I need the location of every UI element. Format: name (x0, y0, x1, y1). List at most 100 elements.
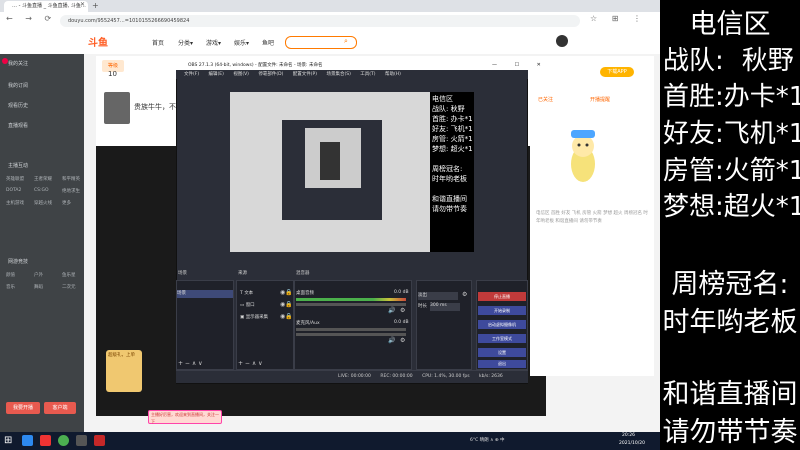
nav-link-yuba[interactable]: 鱼吧 (262, 38, 274, 47)
source-item-label: 窗口 (245, 303, 255, 308)
eye-lock-icons[interactable]: ◉🔒 (280, 289, 293, 296)
row-value: 秋野 (741, 46, 794, 76)
taskbar-app-icon[interactable] (94, 435, 105, 446)
duration-input[interactable]: 300 ms (430, 303, 460, 311)
url-input[interactable]: douyu.com/9552457…=1010155266690459824 (60, 15, 580, 27)
sidebar-item-watch[interactable]: 直播观看 (8, 122, 28, 129)
taskbar-app-icon[interactable] (22, 435, 33, 446)
user-avatar[interactable] (556, 35, 568, 47)
sidebar-ent-1[interactable]: 颜值 (6, 272, 15, 278)
chrome-icon[interactable] (58, 435, 69, 446)
gift-label: 超级礼，上单 (108, 353, 135, 358)
volume-slider[interactable] (296, 333, 406, 336)
obs-menu-view[interactable]: 视图(V) (233, 72, 249, 77)
duration-label: 时长 (418, 304, 427, 309)
sidebar-ent-6[interactable]: 二次元 (62, 284, 76, 290)
obs-icon[interactable] (76, 435, 87, 446)
sidebar-game-4[interactable]: DOTA2 (6, 188, 21, 193)
speaker-icon[interactable]: 🔊 (388, 337, 395, 344)
sidebar-item-subscribe[interactable]: 我的订阅 (8, 82, 28, 89)
sidebar-ent-4[interactable]: 音乐 (6, 284, 15, 290)
nav-link-ent[interactable]: 娱乐▾ (234, 38, 249, 47)
transition-select[interactable]: 淡出 (418, 292, 458, 300)
sidebar-ent-3[interactable]: 鱼乐星 (62, 272, 76, 278)
obs-menu-edit[interactable]: 编辑(E) (209, 72, 224, 77)
taskbar-app-icon[interactable] (40, 435, 51, 446)
obs-menu-scenes[interactable]: 场景集合(S) (326, 72, 350, 77)
audio-meter (296, 298, 406, 301)
streamer-avatar[interactable] (104, 92, 130, 124)
sidebar-game-9[interactable]: 更多 (62, 200, 71, 206)
preview-line-5: 房管: 火箭*1 (432, 135, 473, 143)
eye-lock-icons[interactable]: ◉🔒 (280, 301, 293, 308)
preview-nested-dark (320, 142, 340, 180)
nav-link-home[interactable]: 首页 (152, 38, 164, 47)
windows-start-icon[interactable]: ⊞ (4, 435, 12, 446)
source-item-window[interactable]: ▭ 窗口 (240, 302, 255, 308)
clock-date[interactable]: 2021/10/20 (619, 441, 645, 446)
overlay-row-team: 战队: 秋野 (663, 40, 794, 77)
preview-line-2: 战队: 秋野 (432, 105, 465, 113)
download-app-button[interactable]: 下载APP (600, 67, 634, 77)
source-item-display[interactable]: ▣ 显示器采集 (240, 314, 268, 320)
sidebar-game-6[interactable]: 绝地求生 (62, 188, 80, 194)
sidebar-game-3[interactable]: 和平精英 (62, 176, 80, 182)
row-value: 办卡*1 (723, 82, 800, 112)
obs-menu-tools[interactable]: 工具(T) (360, 72, 375, 77)
tab-close-icon[interactable]: ✕ (80, 1, 85, 8)
studio-mode-button[interactable]: 工作室模式 (478, 334, 526, 343)
followed-label[interactable]: 已关注 (538, 96, 553, 103)
source-toolbar-icons[interactable]: + − ∧ ∨ (238, 360, 263, 367)
obs-menu-help[interactable]: 帮助(H) (385, 72, 401, 77)
sidebar-game-2[interactable]: 王者荣耀 (34, 176, 52, 182)
browser-toolbar-icons[interactable]: ☆ ⊞ ⋮ (590, 14, 647, 23)
sidebar-ent-2[interactable]: 户外 (34, 272, 43, 278)
row-label: 房管: (663, 156, 724, 186)
live-timer: LIVE: 00:00:00 (338, 374, 371, 379)
gear-icon[interactable]: ⚙ (400, 307, 405, 314)
virtual-camera-button[interactable]: 启动虚拟摄像机 (478, 320, 526, 329)
start-recording-button[interactable]: 开始录制 (478, 306, 526, 315)
preview-line-6: 梦想: 超火*1 (432, 145, 473, 153)
nav-link-category[interactable]: 分类▾ (178, 38, 193, 47)
settings-button[interactable]: 设置 (478, 348, 526, 357)
sidebar-game-8[interactable]: 穿越火线 (34, 200, 52, 206)
sidebar-game-5[interactable]: CS:GO (34, 188, 49, 193)
sidebar-game-7[interactable]: 主机游戏 (6, 200, 24, 206)
site-logo[interactable]: 斗鱼 (88, 34, 108, 49)
remind-label[interactable]: 开播提醒 (590, 96, 610, 103)
scene-item[interactable]: 场景 (177, 290, 233, 298)
overlay-row-first-win: 首胜:办卡*1 (663, 76, 800, 113)
sidebar-item-interact[interactable]: 主播互动 (8, 162, 28, 169)
browser-tab[interactable]: … - 斗鱼直播 _ 斗鱼直播, 斗鱼… (4, 1, 88, 12)
nav-link-games[interactable]: 游戏▾ (206, 38, 221, 47)
exit-button[interactable]: 退出 (478, 360, 526, 368)
search-icon[interactable]: ⌕ (344, 37, 348, 46)
sidebar-ent-5[interactable]: 舞蹈 (34, 284, 43, 290)
client-download-button[interactable]: 客户端 (44, 402, 76, 414)
sidebar-game-1[interactable]: 英雄联盟 (6, 176, 24, 182)
sidebar-item-history[interactable]: 观看历史 (8, 102, 28, 109)
preview-line-1: 电信区 (432, 95, 453, 103)
speaker-icon[interactable]: 🔊 (388, 307, 395, 314)
start-broadcast-button[interactable]: 我要开播 (6, 402, 40, 414)
obs-menu-docks[interactable]: 停靠部件(D) (258, 72, 283, 77)
system-tray[interactable]: 6°C 晴朗 ∧ ⊕ 中 (470, 437, 505, 443)
obs-menu-file[interactable]: 文件(F) (184, 72, 199, 77)
source-item-label: 文本 (244, 291, 254, 296)
scene-toolbar-icons[interactable]: + − ∧ ∨ (178, 360, 203, 367)
sidebar-item-arena[interactable]: 网游竞技 (8, 258, 28, 265)
stop-streaming-button[interactable]: 停止直播 (478, 292, 526, 301)
preview-line-4: 好友: 飞机*1 (432, 125, 473, 133)
volume-slider[interactable] (296, 303, 406, 306)
obs-window-controls[interactable]: — ☐ ✕ (492, 61, 549, 70)
clock-time[interactable]: 20:26 (622, 433, 635, 438)
mixer-track-name: 麦克风/Aux (296, 321, 320, 326)
gear-icon[interactable]: ⚙ (400, 337, 405, 344)
sidebar-item-follow[interactable]: 我的关注 (8, 60, 28, 67)
source-item-text[interactable]: T 文本 (240, 290, 253, 296)
new-tab-icon[interactable]: + (92, 1, 99, 10)
obs-menu-profile[interactable]: 配置文件(P) (293, 72, 317, 77)
gear-icon[interactable]: ⚙ (462, 291, 467, 298)
eye-lock-icons[interactable]: ◉🔒 (280, 313, 293, 320)
